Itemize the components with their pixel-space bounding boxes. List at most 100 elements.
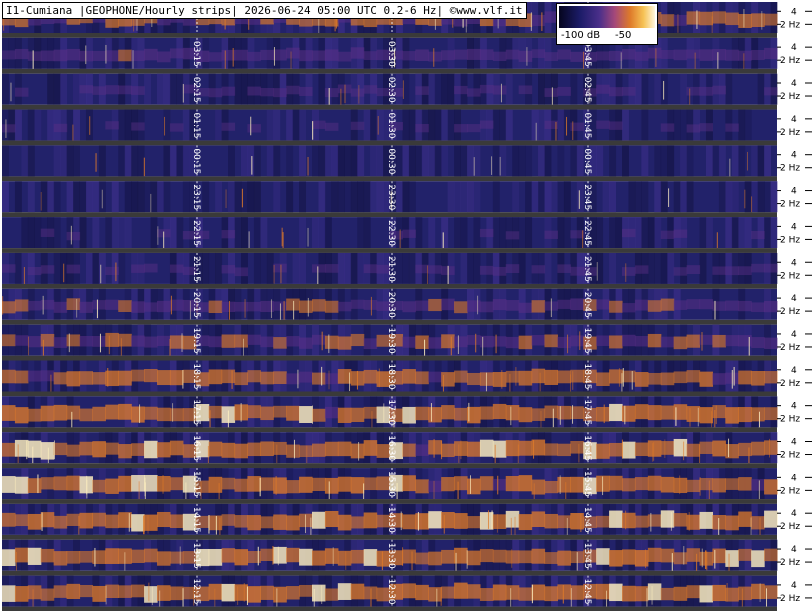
transient-spike [447, 265, 449, 285]
transient-spike [468, 402, 470, 422]
transient-spike [436, 588, 438, 608]
noise-band [299, 181, 307, 213]
signal-band [557, 370, 571, 384]
y-tick-label: 2 Hz [780, 307, 800, 317]
time-label: 17:30 [386, 399, 396, 425]
signal-band [350, 333, 365, 347]
transient-spike [305, 514, 307, 534]
noise-band [131, 145, 139, 177]
signal-band [234, 584, 249, 601]
noise-band [712, 145, 720, 177]
noise-band [157, 181, 164, 213]
transient-spike [2, 296, 4, 315]
signal-band [751, 479, 765, 491]
noise-band [240, 217, 248, 249]
signal-band [415, 49, 429, 61]
signal-band [260, 548, 274, 561]
transient-spike [85, 45, 87, 65]
transient-spike [677, 14, 679, 33]
transient-spike [42, 295, 44, 315]
noise-band [673, 109, 681, 141]
signal-band [324, 122, 339, 131]
y-tick-label: 2 Hz [780, 235, 800, 245]
noise-band [757, 181, 765, 213]
signal-band [479, 120, 494, 129]
noise-band [654, 145, 662, 177]
signal-band [415, 444, 429, 456]
signal-band [105, 584, 119, 599]
signal-band [169, 514, 184, 529]
noise-band [163, 73, 171, 105]
transient-spike [182, 83, 184, 103]
time-label: 15:15 [191, 471, 201, 497]
noise-band [563, 181, 571, 213]
signal-band [169, 123, 184, 132]
transient-spike [679, 475, 681, 495]
time-label: 23:30 [386, 184, 396, 210]
signal-band [441, 477, 455, 492]
signal-band [415, 86, 429, 95]
transient-spike [652, 443, 654, 462]
signal-band [505, 336, 520, 349]
signal-band [428, 551, 442, 566]
strip-separator [2, 319, 777, 325]
signal-band [570, 335, 584, 347]
noise-band [764, 145, 772, 177]
noise-band [544, 145, 552, 177]
noise-band [324, 181, 332, 213]
noise-band [447, 73, 455, 105]
time-label: 03:30 [386, 41, 396, 67]
transient-spike [750, 517, 752, 537]
signal-band [518, 407, 533, 423]
signal-band [725, 444, 739, 459]
signal-band [53, 476, 68, 491]
transient-spike [539, 372, 541, 392]
noise-band [557, 145, 565, 177]
noise-band [118, 217, 126, 249]
signal-band [479, 406, 494, 420]
noise-band [667, 145, 675, 177]
signal-band [363, 338, 378, 350]
signal-band [208, 405, 223, 419]
noise-band [299, 109, 307, 141]
signal-band [738, 442, 752, 457]
noise-band [563, 217, 571, 249]
transient-spike [566, 116, 568, 136]
signal-band [660, 476, 675, 493]
noise-band [557, 181, 565, 213]
y-tick-label: 4 [791, 402, 797, 412]
signal-band [660, 405, 675, 420]
noise-band [415, 145, 423, 177]
signal-band [686, 11, 701, 25]
signal-band [622, 228, 636, 238]
noise-band [150, 217, 158, 249]
time-label: 13:45 [582, 543, 592, 569]
signal-band [699, 86, 714, 96]
signal-band [40, 228, 55, 237]
noise-band [234, 73, 242, 105]
noise-band [240, 73, 248, 105]
signal-band [505, 475, 520, 492]
signal-band [312, 550, 326, 566]
signal-band [260, 88, 274, 97]
transient-spike [5, 119, 7, 138]
transient-spike [227, 410, 229, 430]
noise-band [492, 109, 500, 141]
signal-band [402, 443, 416, 457]
noise-band [253, 252, 261, 284]
transient-spike [179, 546, 181, 566]
signal-band [544, 586, 559, 602]
signal-band [634, 550, 649, 567]
signal-band [557, 86, 571, 96]
signal-band [596, 515, 610, 528]
noise-band [182, 145, 190, 177]
transient-spike [457, 335, 459, 354]
noise-band [538, 109, 545, 141]
signal-band [402, 475, 416, 492]
signal-band [363, 51, 378, 61]
signal-band [505, 264, 520, 274]
signal-band [337, 550, 352, 566]
signal-band [234, 549, 249, 566]
transient-spike [541, 12, 543, 31]
noise-band [202, 252, 210, 284]
